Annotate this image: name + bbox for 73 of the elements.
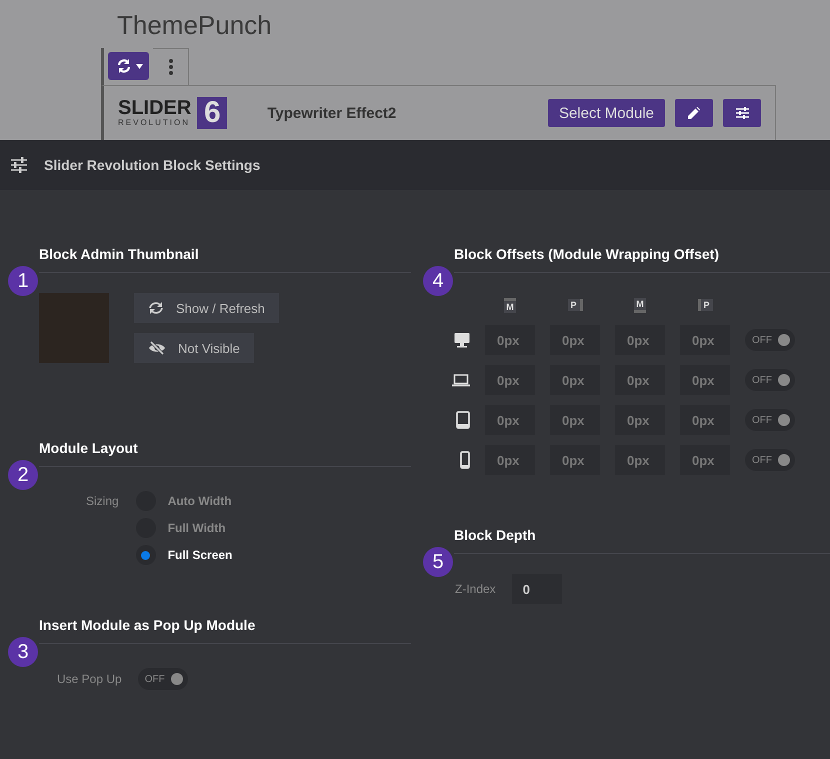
offset-field[interactable]: 0px [680, 445, 730, 475]
toggle-knob[interactable] [778, 374, 790, 386]
toggle-knob[interactable] [778, 414, 790, 426]
section-title: Module Layout [39, 440, 139, 456]
offset-field[interactable]: 0px [550, 365, 600, 395]
step-badge: 3 [8, 637, 38, 667]
offset-field[interactable]: 0px [680, 365, 730, 395]
column-heading: M [634, 298, 646, 312]
offset-field[interactable]: 0px [680, 405, 730, 435]
offset-field[interactable]: 0px [550, 445, 600, 475]
edit-button[interactable] [675, 99, 713, 127]
option-label[interactable]: Full Screen [168, 548, 232, 562]
step-badge: 5 [423, 547, 453, 577]
offset-field[interactable]: 0px [680, 325, 730, 355]
visibility-button[interactable]: Not Visible [134, 333, 254, 363]
toggle-switch[interactable]: OFF [138, 668, 188, 690]
toggle-switch[interactable]: OFF [745, 449, 795, 471]
column-heading: M [504, 298, 516, 312]
more-icon [168, 58, 173, 76]
offset-field[interactable]: 0px [485, 325, 535, 355]
z-index-field[interactable]: 0 [512, 574, 562, 604]
photo-placeholder [39, 293, 109, 363]
toggle-knob[interactable] [170, 673, 183, 685]
section-title: Insert Module as Pop Up Module [39, 617, 256, 633]
offset-field[interactable]: 0px [485, 405, 535, 435]
logo-subtitle: REVOLUTION [118, 118, 192, 128]
field-label: Use Pop Up [57, 672, 122, 686]
phone-icon [460, 451, 470, 469]
radio-button[interactable] [136, 545, 156, 565]
offset-field[interactable]: 0px [485, 365, 535, 395]
option-label[interactable]: Full Width [168, 521, 226, 535]
caret-icon [136, 64, 143, 68]
panel-title: Slider Revolution Block Settings [44, 157, 260, 173]
settings-button[interactable] [723, 99, 761, 127]
pencil-icon [688, 107, 700, 119]
page-title: ThemePunch [116, 9, 273, 42]
offset-field[interactable]: 0px [485, 445, 535, 475]
logo-badge: 6 [197, 97, 228, 129]
section-title: Block Depth [454, 527, 537, 543]
more-options-button[interactable] [153, 48, 189, 85]
offset-field[interactable]: 0px [615, 365, 665, 395]
laptop-icon [452, 373, 470, 387]
refresh-icon [148, 301, 164, 315]
module-name: Typewriter Effect2 [267, 104, 398, 122]
offset-field[interactable]: 0px [615, 445, 665, 475]
offset-field[interactable]: 0px [550, 405, 600, 435]
field-label: Sizing [86, 493, 119, 510]
section-title: Block Admin Thumbnail [39, 246, 200, 262]
offset-field[interactable]: 0px [615, 405, 665, 435]
block-switcher-button[interactable] [108, 52, 150, 80]
sliders-icon [11, 157, 27, 173]
column-heading: P [698, 299, 712, 311]
toggle-switch[interactable]: OFF [745, 329, 795, 351]
offset-field[interactable]: 0px [550, 325, 600, 355]
option-label[interactable]: Auto Width [168, 494, 232, 508]
refresh-button[interactable]: Show / Refresh [134, 293, 279, 323]
logo-text: SLIDER [118, 98, 192, 118]
tablet-icon [456, 411, 470, 429]
step-badge: 1 [8, 266, 38, 296]
monitor-icon [454, 332, 470, 348]
toggle-switch[interactable]: OFF [745, 409, 795, 431]
offset-field[interactable]: 0px [615, 325, 665, 355]
step-badge: 2 [8, 460, 38, 490]
section-title: Block Offsets (Module Wrapping Offset) [454, 246, 720, 262]
toggle-knob[interactable] [778, 334, 790, 346]
column-heading: P [568, 299, 582, 311]
toggle-switch[interactable]: OFF [745, 369, 795, 391]
sliders-icon [736, 107, 748, 119]
toggle-knob[interactable] [778, 454, 790, 466]
step-badge: 4 [423, 266, 453, 296]
select-module-button[interactable]: Select Module [548, 99, 665, 127]
field-label: Z-Index [455, 582, 496, 596]
eye-slash-icon [148, 341, 166, 355]
